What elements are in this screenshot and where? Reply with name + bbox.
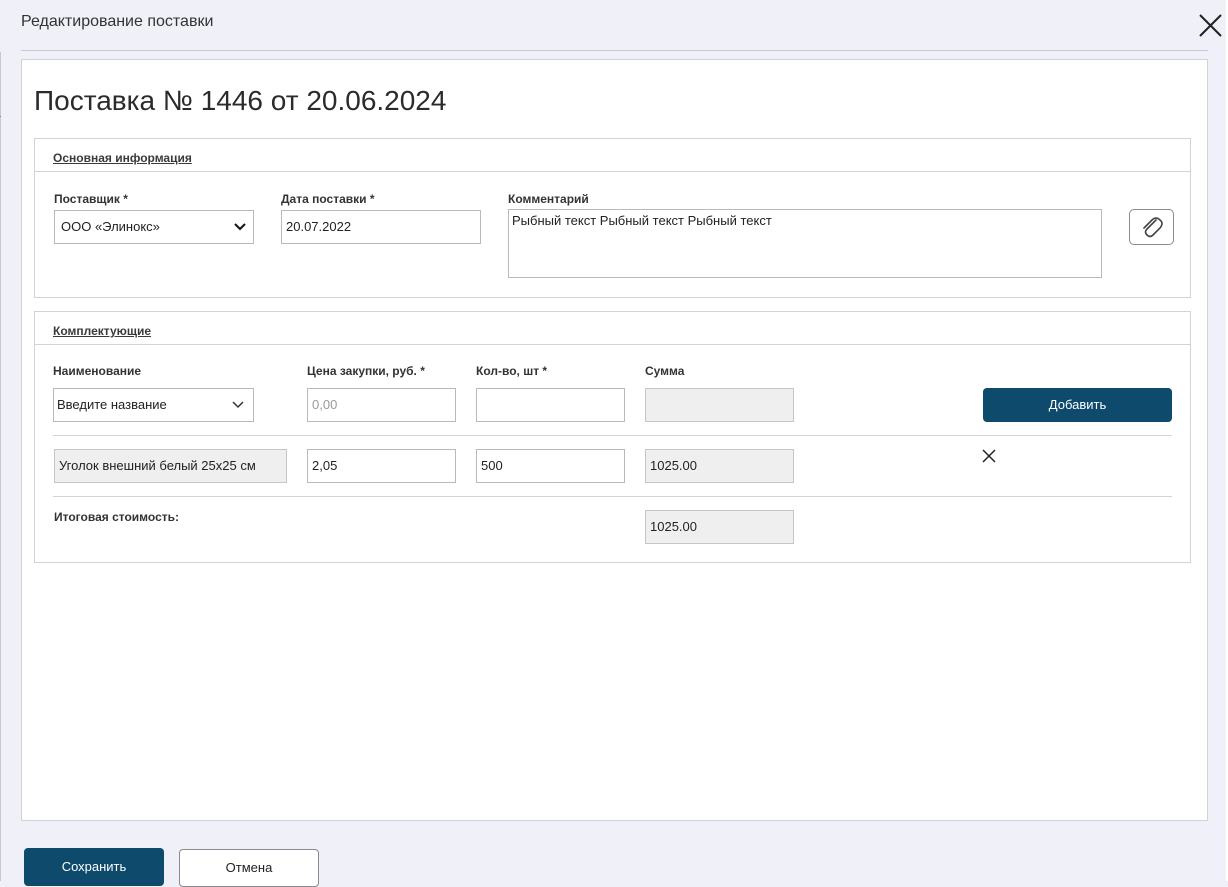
header-divider bbox=[21, 50, 1208, 51]
row-name-field: Уголок внешний белый 25х25 см bbox=[54, 449, 287, 483]
row-qty-input[interactable]: 500 bbox=[476, 449, 625, 483]
row-price: 2,05 bbox=[312, 458, 338, 473]
window-edge-left bbox=[0, 0, 1, 881]
total-value: 1025.00 bbox=[650, 519, 697, 534]
component-name-placeholder: Введите название bbox=[57, 397, 167, 412]
total-field: 1025.00 bbox=[645, 510, 794, 544]
window-edge-mark bbox=[0, 116, 1, 117]
column-qty-label: Кол-во, шт * bbox=[476, 364, 548, 378]
total-label: Итоговая стоимость: bbox=[54, 510, 179, 524]
page-title: Поставка № 1446 от 20.06.2024 bbox=[34, 85, 447, 116]
close-button[interactable] bbox=[1195, 10, 1225, 40]
remove-row-button[interactable] bbox=[981, 448, 997, 464]
components-section: Комплектующие Наименование Цена закупки,… bbox=[34, 311, 1191, 563]
row-divider bbox=[53, 435, 1172, 436]
comment-value: Рыбный текст Рыбный текст Рыбный текст bbox=[512, 213, 772, 228]
modal-header: Редактирование поставки bbox=[0, 0, 1228, 52]
chevron-down-icon bbox=[232, 401, 244, 409]
date-value: 20.07.2022 bbox=[286, 219, 352, 234]
total-divider bbox=[53, 496, 1172, 497]
date-label: Дата поставки * bbox=[281, 192, 375, 206]
sum-field bbox=[645, 388, 794, 422]
cancel-button[interactable]: Отмена bbox=[179, 849, 319, 887]
price-input[interactable]: 0,00 bbox=[307, 388, 456, 422]
chevron-down-icon bbox=[234, 223, 246, 231]
qty-input[interactable] bbox=[476, 388, 625, 422]
row-sum-field: 1025.00 bbox=[645, 449, 794, 483]
comment-label: Комментарий bbox=[508, 192, 589, 206]
column-name-label: Наименование bbox=[53, 364, 142, 378]
main-info-header: Основная информация bbox=[35, 139, 1190, 172]
modal-title: Редактирование поставки bbox=[21, 13, 214, 30]
modal-body: Поставка № 1446 от 20.06.2024 Основная и… bbox=[21, 59, 1208, 821]
save-button[interactable]: Сохранить bbox=[24, 848, 164, 886]
paperclip-icon bbox=[1143, 217, 1163, 238]
close-icon bbox=[982, 449, 996, 463]
add-component-button[interactable]: Добавить bbox=[983, 388, 1172, 422]
close-icon bbox=[1199, 14, 1222, 37]
row-sum: 1025.00 bbox=[650, 458, 697, 473]
supplier-label: Поставщик * bbox=[54, 192, 128, 206]
components-title[interactable]: Комплектующие bbox=[53, 324, 151, 338]
column-price-label: Цена закупки, руб. * bbox=[307, 364, 425, 378]
row-name: Уголок внешний белый 25х25 см bbox=[59, 458, 256, 473]
main-info-title[interactable]: Основная информация bbox=[53, 151, 192, 165]
attach-file-button[interactable] bbox=[1129, 209, 1174, 245]
date-input[interactable]: 20.07.2022 bbox=[281, 210, 481, 244]
comment-textarea[interactable]: Рыбный текст Рыбный текст Рыбный текст bbox=[508, 209, 1102, 278]
row-qty: 500 bbox=[481, 458, 503, 473]
main-info-section: Основная информация Поставщик * ООО «Эли… bbox=[34, 138, 1191, 298]
supplier-value: ООО «Элинокс» bbox=[61, 219, 160, 234]
supplier-select[interactable]: ООО «Элинокс» bbox=[54, 210, 254, 244]
component-name-select[interactable]: Введите название bbox=[53, 388, 254, 422]
row-price-input[interactable]: 2,05 bbox=[307, 449, 456, 483]
price-placeholder: 0,00 bbox=[312, 397, 338, 412]
column-sum-label: Сумма bbox=[645, 364, 685, 378]
components-header: Комплектующие bbox=[35, 312, 1190, 345]
